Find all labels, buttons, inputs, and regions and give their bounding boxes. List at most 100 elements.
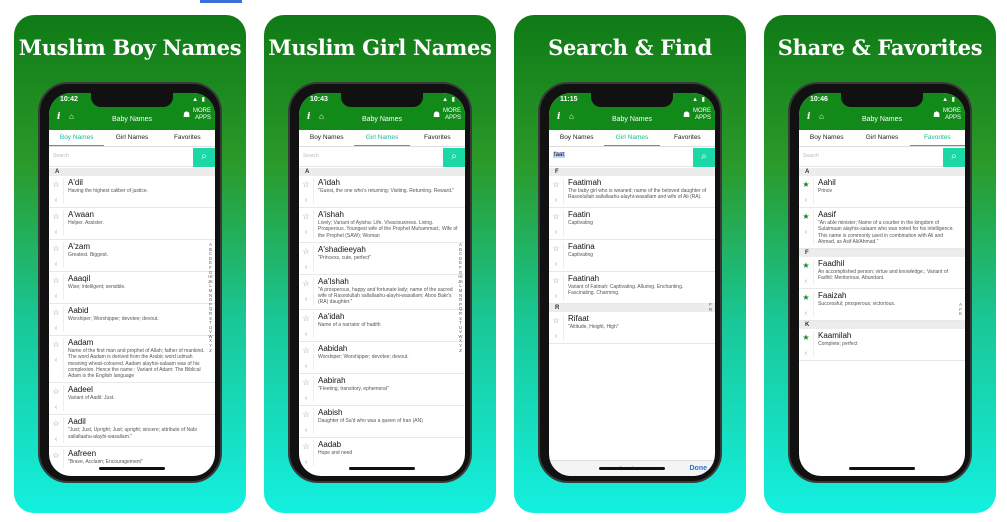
alphabet-index[interactable]: ABCDEFGHIJKLMNOPQRSTUVWXYZ — [208, 242, 213, 353]
tab-favorites[interactable]: Favorites — [410, 130, 465, 146]
star-icon[interactable]: ☆ — [302, 442, 309, 451]
more-apps-button[interactable]: ☗ MORE APPS — [683, 108, 711, 122]
search-button[interactable]: ⌕ — [193, 148, 215, 167]
share-icon[interactable]: ‹ — [805, 197, 807, 204]
search-button[interactable]: ⌕ — [693, 148, 715, 167]
star-icon[interactable]: ★ — [802, 334, 809, 342]
list-item[interactable]: ☆ ‹ Aaaqil Wise; intelligent; sensible. — [49, 272, 215, 304]
tab-favorites[interactable]: Favorites — [660, 130, 715, 146]
share-icon[interactable]: ‹ — [305, 459, 307, 466]
star-icon[interactable]: ★ — [802, 262, 809, 270]
tab-favorites[interactable]: Favorites — [160, 130, 215, 146]
search-input[interactable]: Search — [53, 153, 69, 159]
list-item[interactable]: ☆ ‹ Faatimah The baby girl who is weaned; n… — [549, 176, 715, 208]
star-icon[interactable]: ★ — [802, 213, 809, 221]
tab-girl-names[interactable]: Girl Names — [104, 130, 159, 146]
share-icon[interactable]: ‹ — [55, 229, 57, 236]
star-icon[interactable]: ☆ — [552, 317, 559, 325]
search-button[interactable]: ⌕ — [443, 148, 465, 167]
share-icon[interactable]: ‹ — [55, 293, 57, 300]
share-icon[interactable]: ‹ — [555, 197, 557, 204]
list-item[interactable]: ☆ ‹ Aabirah "Fleeting, transitory, ephemera… — [299, 374, 465, 406]
star-icon[interactable]: ☆ — [302, 314, 309, 323]
star-icon[interactable]: ☆ — [302, 213, 309, 221]
share-icon[interactable]: ‹ — [55, 404, 57, 411]
more-apps-button[interactable]: ☗ MORE APPS — [183, 108, 211, 122]
share-icon[interactable]: ‹ — [805, 229, 807, 236]
share-icon[interactable]: ‹ — [555, 293, 557, 300]
share-icon[interactable]: ‹ — [805, 310, 807, 317]
list-item[interactable]: ☆ ‹ Faatinah Variant of Fatinah: Captivatin… — [549, 272, 715, 304]
list-item[interactable]: ☆ ‹ A'idah "Guest, the one who's returning;… — [299, 176, 465, 208]
star-icon[interactable]: ☆ — [302, 346, 309, 355]
list-item[interactable]: ☆ ‹ Aabidah Worshiper; Worshipper; devotee;… — [299, 342, 465, 374]
list-item[interactable]: ★ ‹ Faaizah Successful; prosperous; victori… — [799, 289, 965, 322]
share-icon[interactable]: ‹ — [305, 197, 307, 204]
share-icon[interactable]: ‹ — [55, 436, 57, 443]
tab-boy-names[interactable]: Boy Names — [799, 130, 854, 146]
search-input[interactable]: Search — [303, 153, 319, 159]
star-icon[interactable]: ☆ — [552, 245, 559, 253]
list-item[interactable]: ☆ ‹ A'zam Greatest. Biggest. — [49, 240, 215, 272]
star-icon[interactable]: ☆ — [552, 277, 559, 285]
star-icon[interactable]: ★ — [802, 294, 809, 302]
star-icon[interactable]: ☆ — [302, 181, 309, 189]
list-item[interactable]: ☆ ‹ Faatin Captivating — [549, 208, 715, 240]
list-item[interactable]: ☆ ‹ Rifaat "Altitude, Height, High" — [549, 312, 715, 344]
alphabet-index[interactable]: ABCDEFGHIJKLMNOPQRSTUVWXYZ — [458, 242, 463, 353]
star-icon[interactable]: ☆ — [52, 341, 59, 349]
tab-boy-names[interactable]: Boy Names — [549, 130, 604, 146]
list-item[interactable]: ★ ‹ Aahil Prince — [799, 176, 965, 208]
list-item[interactable]: ☆ ‹ A'shadieeyah "Princess, cute, perfect" — [299, 243, 465, 275]
star-icon[interactable]: ☆ — [52, 452, 59, 460]
alphabet-index[interactable]: FR — [708, 302, 713, 312]
star-icon[interactable]: ☆ — [552, 181, 559, 189]
list-item[interactable]: ★ ‹ Kaamilah Complete; perfect — [799, 329, 965, 362]
list-item[interactable]: ★ ‹ Faadhil An accomplished person; virtue … — [799, 257, 965, 290]
list-item[interactable]: ☆ ‹ Aadil "Just; Just, Upright; Just; uprig… — [49, 415, 215, 448]
share-icon[interactable]: ‹ — [805, 350, 807, 357]
tab-girl-names[interactable]: Girl Names — [854, 130, 909, 146]
list-item[interactable]: ☆ ‹ Faatina Captivating — [549, 240, 715, 272]
list-item[interactable]: ☆ ‹ Aa'Ishah "A prosperous, happy and fortu… — [299, 275, 465, 310]
share-icon[interactable]: ‹ — [55, 261, 57, 268]
star-icon[interactable]: ☆ — [52, 309, 59, 317]
list-item[interactable]: ☆ ‹ Aa'idah Name of a narrator of hadith — [299, 310, 465, 342]
share-icon[interactable]: ‹ — [55, 357, 57, 364]
share-icon[interactable]: ‹ — [305, 331, 307, 338]
list-item[interactable]: ☆ ‹ A'ishah Lively; Variant of Ayisha: Life… — [299, 208, 465, 243]
share-icon[interactable]: ‹ — [305, 395, 307, 402]
tab-boy-names[interactable]: Boy Names — [299, 130, 354, 146]
list-item[interactable]: ★ ‹ Aasif "An able minister; Name of a cour… — [799, 208, 965, 250]
share-icon[interactable]: ‹ — [805, 278, 807, 285]
list-item[interactable]: ☆ ‹ Aabish Daughter of Sa'd who was a queen… — [299, 406, 465, 438]
list-item[interactable]: ☆ ‹ A'dil Having the highest caliber of jus… — [49, 176, 215, 208]
tab-favorites[interactable]: Favorites — [909, 130, 965, 146]
star-icon[interactable]: ☆ — [52, 245, 59, 253]
list-item[interactable]: ☆ ‹ Aadam Name of the first man and prophet… — [49, 336, 215, 384]
more-apps-button[interactable]: ☗ MORE APPS — [933, 108, 961, 122]
share-icon[interactable]: ‹ — [555, 229, 557, 236]
star-icon[interactable]: ☆ — [302, 279, 309, 288]
list-item[interactable]: ☆‹Aafreen"Brave, Acclaim; Encouragement" — [49, 447, 215, 468]
list-item[interactable]: ☆ ‹ Aabid Worshiper; Worshipper; devotee; d… — [49, 304, 215, 336]
star-icon[interactable]: ☆ — [52, 181, 59, 189]
share-icon[interactable]: ‹ — [305, 229, 307, 236]
share-icon[interactable]: ‹ — [305, 264, 307, 271]
star-icon[interactable]: ☆ — [302, 410, 309, 419]
star-icon[interactable]: ☆ — [52, 420, 59, 428]
tab-girl-names[interactable]: Girl Names — [604, 130, 660, 146]
share-icon[interactable]: ‹ — [555, 333, 557, 340]
list-item[interactable]: ☆ ‹ A'waan Helper. Assister. — [49, 208, 215, 240]
share-icon[interactable]: ‹ — [55, 325, 57, 332]
share-icon[interactable]: ‹ — [305, 296, 307, 303]
star-icon[interactable]: ☆ — [52, 213, 59, 221]
search-button[interactable]: ⌕ — [943, 148, 965, 167]
alphabet-index[interactable]: AFK — [958, 302, 963, 317]
list-item[interactable]: ☆ ‹ Aadab Hope and need — [299, 438, 465, 468]
star-icon[interactable]: ☆ — [52, 388, 59, 396]
search-input[interactable]: Search — [803, 153, 819, 159]
tab-boy-names[interactable]: Boy Names — [49, 130, 105, 146]
star-icon[interactable]: ☆ — [302, 378, 309, 387]
tab-girl-names[interactable]: Girl Names — [354, 130, 410, 146]
